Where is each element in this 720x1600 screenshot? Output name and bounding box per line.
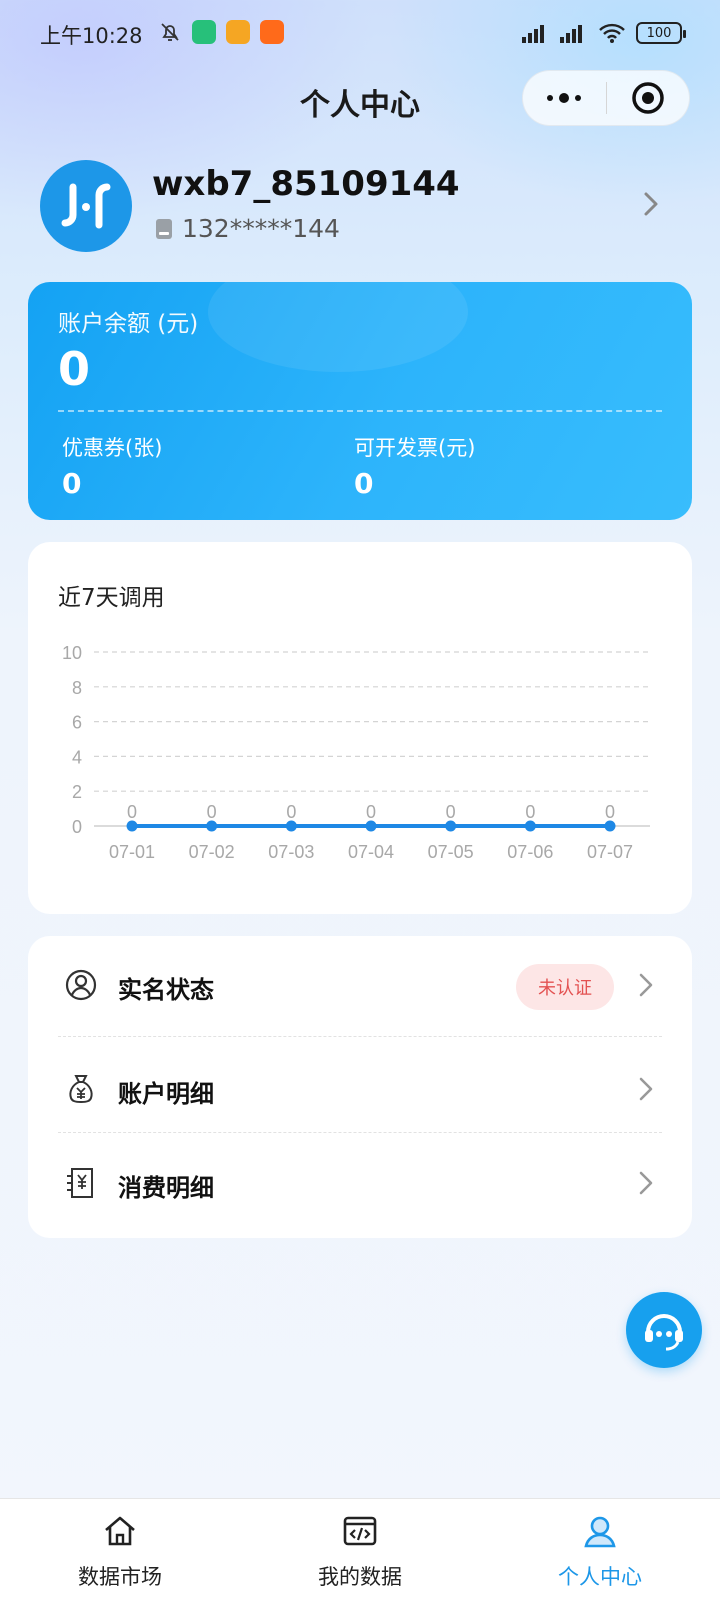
tab-label: 数据市场 <box>78 1565 162 1589</box>
menu-label-consumption-detail: 消费明细 <box>118 1174 214 1202</box>
user-circle-icon <box>65 969 97 1001</box>
miniprogram-capsule <box>522 70 690 126</box>
x-tick-label: 07-03 <box>268 842 314 862</box>
card-decoration <box>208 282 468 372</box>
calls-line-chart: 0 2 4 6 8 10 07-01 07-02 07-03 07-04 07-05 07-06 07-… <box>62 643 650 862</box>
status-system-icons: 100 <box>522 22 686 44</box>
chevron-right-icon <box>639 973 653 997</box>
x-tick-label: 07-06 <box>507 842 553 862</box>
tab-data-market[interactable]: 数据市场 <box>0 1499 240 1600</box>
menu-label-account-detail: 账户明细 <box>118 1080 214 1108</box>
wifi-icon <box>599 23 625 43</box>
x-tick-label: 07-04 <box>348 842 394 862</box>
x-tick-label: 07-05 <box>428 842 474 862</box>
data-point <box>445 820 457 832</box>
data-point <box>206 820 218 832</box>
bell-off-icon <box>161 23 179 41</box>
y-tick-label: 8 <box>72 678 82 698</box>
signal-icon-2 <box>560 25 582 43</box>
receipt-icon <box>67 1168 93 1198</box>
avatar-logo-icon <box>61 183 111 229</box>
data-label: 0 <box>366 802 376 822</box>
nav-bar: 个人中心 <box>0 70 720 132</box>
x-tick-label: 07-01 <box>109 842 155 862</box>
invoice-value[interactable]: 0 <box>354 467 373 500</box>
menu-label-real-name: 实名状态 <box>118 976 214 1004</box>
data-point <box>126 820 138 832</box>
phone-number: 132*****144 <box>182 214 340 243</box>
x-tick-label: 07-02 <box>189 842 235 862</box>
menu-item-consumption-detail[interactable]: 消费明细 <box>28 1134 692 1230</box>
tab-bar: 数据市场 我的数据 个人中心 <box>0 1498 720 1600</box>
signal-icon <box>522 25 544 43</box>
customer-service-button[interactable] <box>626 1292 702 1368</box>
battery-icon: 100 <box>636 22 686 44</box>
data-point <box>365 820 377 832</box>
status-bar: 上午10:28 100 <box>0 0 720 70</box>
status-badge: 未认证 <box>516 964 614 1010</box>
phone-row: 132*****144 <box>154 214 340 243</box>
tab-my-data[interactable]: 我的数据 <box>240 1499 480 1600</box>
code-icon <box>343 1516 377 1546</box>
tab-label: 我的数据 <box>318 1565 402 1589</box>
menu-item-account-detail[interactable]: 账户明细 <box>28 1040 692 1136</box>
status-notification-icons <box>158 20 284 44</box>
more-dots-icon <box>547 93 582 103</box>
menu-item-real-name[interactable]: 实名状态 未认证 <box>28 936 692 1032</box>
chevron-right-icon <box>639 1171 653 1195</box>
profile-header[interactable]: wxb7_85109144 132*****144 <box>40 160 680 254</box>
home-icon <box>105 1516 135 1546</box>
y-tick-label: 0 <box>72 817 82 837</box>
data-point <box>604 820 616 832</box>
x-tick-label: 07-07 <box>587 842 633 862</box>
tab-personal-center[interactable]: 个人中心 <box>480 1499 720 1600</box>
coupons-value[interactable]: 0 <box>62 467 81 500</box>
y-tick-label: 6 <box>72 713 82 733</box>
calls-chart-card: 近7天调用 0 2 4 6 8 10 07-01 07-02 07-03 07-04 07-05 07… <box>28 542 692 914</box>
menu-card: 实名状态 未认证 账户明细 消费明细 <box>28 936 692 1238</box>
more-button[interactable] <box>523 70 606 126</box>
status-time: 上午10:28 <box>40 24 143 48</box>
coupons-label[interactable]: 优惠券(张) <box>62 432 162 462</box>
y-tick-label: 10 <box>62 643 82 663</box>
username: wxb7_85109144 <box>152 164 460 204</box>
user-icon <box>584 1516 616 1548</box>
close-miniprogram-button[interactable] <box>607 70 690 126</box>
chevron-right-icon <box>644 192 658 216</box>
app-message-icon <box>226 20 250 44</box>
menu-divider <box>58 1132 662 1133</box>
invoice-label[interactable]: 可开发票(元) <box>354 432 475 462</box>
menu-divider <box>58 1036 662 1037</box>
data-point <box>285 820 297 832</box>
data-label: 0 <box>525 802 535 822</box>
app-shield-icon <box>192 20 216 44</box>
money-bag-icon <box>69 1075 93 1104</box>
balance-card: 账户余额 (元) 0 优惠券(张) 0 可开发票(元) 0 <box>28 282 692 520</box>
app-taobao-icon <box>260 20 284 44</box>
chevron-right-icon <box>639 1077 653 1101</box>
data-label: 0 <box>207 802 217 822</box>
balance-divider <box>58 410 662 412</box>
data-label: 0 <box>446 802 456 822</box>
balance-label: 账户余额 (元) <box>58 311 199 337</box>
avatar[interactable] <box>40 160 132 252</box>
data-label: 0 <box>286 802 296 822</box>
headset-icon <box>645 1314 683 1351</box>
balance-value: 0 <box>58 342 91 396</box>
data-point <box>524 820 536 832</box>
data-label: 0 <box>605 802 615 822</box>
data-label: 0 <box>127 802 137 822</box>
y-tick-label: 4 <box>72 747 82 767</box>
y-tick-label: 2 <box>72 782 82 802</box>
phone-icon <box>156 218 172 239</box>
target-icon <box>632 82 664 114</box>
tab-label: 个人中心 <box>558 1565 642 1589</box>
